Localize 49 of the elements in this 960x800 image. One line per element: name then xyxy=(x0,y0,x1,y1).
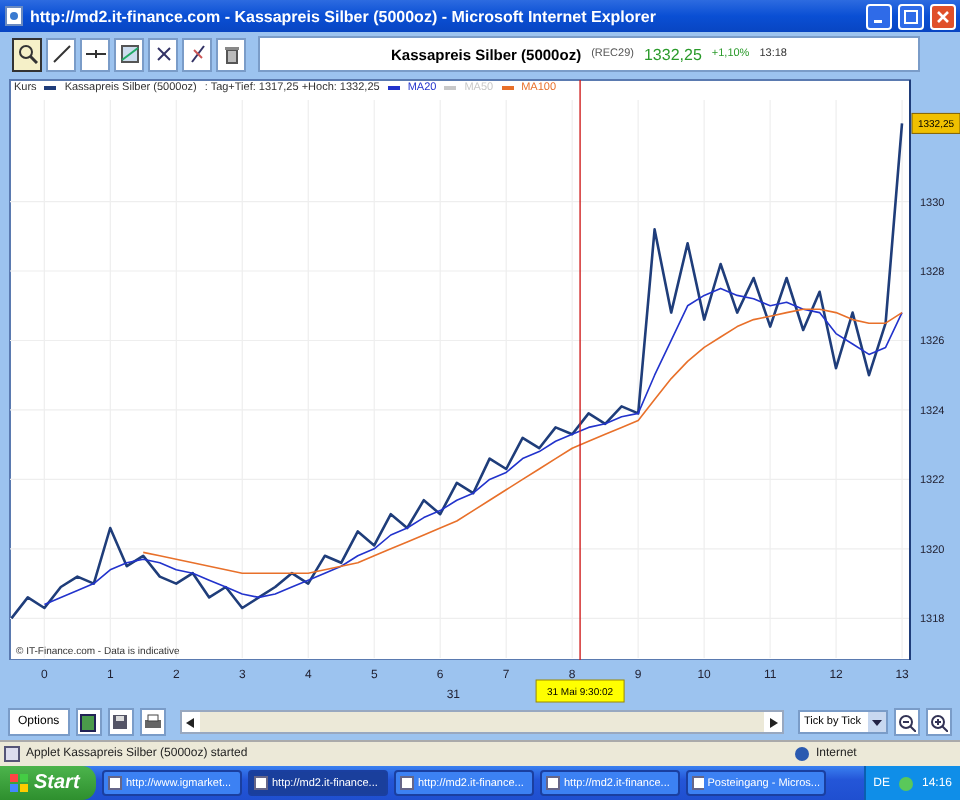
tool-button[interactable] xyxy=(148,37,178,71)
zoom-out-icon xyxy=(898,713,916,731)
tool-button[interactable] xyxy=(114,37,144,71)
tool-button[interactable] xyxy=(216,37,246,71)
window-icon xyxy=(546,776,560,790)
page-icon xyxy=(4,6,24,26)
tool-button[interactable] xyxy=(182,37,212,71)
print-button[interactable] xyxy=(139,708,166,736)
maximize-icon xyxy=(904,9,918,23)
horizontal-line-icon xyxy=(85,44,105,64)
diagonal-line-icon xyxy=(51,44,71,64)
zoom-in-icon xyxy=(930,713,948,731)
slash-icon xyxy=(187,44,207,64)
zoom-out-button[interactable] xyxy=(894,708,920,736)
window-title: http://md2.it-finance.com - Kassapreis Silber (5000oz) - Microsoft Internet Explorer xyxy=(30,7,658,25)
tool-button[interactable] xyxy=(46,37,76,71)
network-icon xyxy=(897,775,914,791)
zoom-in-button[interactable] xyxy=(926,708,952,736)
tool-button[interactable] xyxy=(80,37,110,71)
scroll-right-button[interactable] xyxy=(764,712,782,732)
export-button[interactable] xyxy=(75,708,102,736)
printer-icon xyxy=(143,714,162,730)
spreadsheet-icon xyxy=(80,713,97,731)
applet-icon xyxy=(4,746,20,762)
save-icon xyxy=(112,714,129,730)
scroll-left-button[interactable] xyxy=(181,712,200,732)
left-arrow-icon xyxy=(186,717,195,727)
price-tag xyxy=(911,112,960,134)
windows-logo-icon xyxy=(10,774,28,792)
close-button[interactable] xyxy=(930,3,956,29)
cross-icon xyxy=(153,44,173,64)
right-arrow-icon xyxy=(769,717,777,727)
start-button[interactable]: Start xyxy=(0,766,96,800)
window-icon xyxy=(108,776,122,790)
window-icon xyxy=(254,776,268,790)
window-icon xyxy=(400,776,414,790)
maximize-button[interactable] xyxy=(898,3,924,29)
cursor-tag xyxy=(535,679,625,703)
trash-icon xyxy=(221,44,241,64)
minimize-button[interactable] xyxy=(866,3,892,29)
scrollbar[interactable] xyxy=(179,710,784,734)
chart-icon xyxy=(119,44,139,64)
close-icon xyxy=(936,9,950,23)
window-icon xyxy=(692,776,704,790)
save-button[interactable] xyxy=(107,708,134,736)
magnifier-icon xyxy=(17,44,37,64)
last-price: 1332,25 xyxy=(643,45,702,63)
globe-icon xyxy=(794,746,810,762)
tool-button[interactable] xyxy=(12,37,42,71)
